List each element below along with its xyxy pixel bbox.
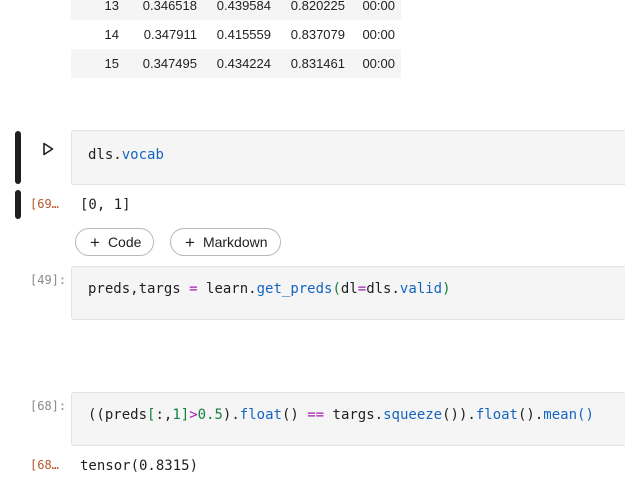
plus-icon: + (185, 232, 195, 252)
execution-count: [68]: (30, 399, 67, 413)
add-code-cell-button[interactable]: + Code (75, 228, 155, 256)
cell-output: tensor(0.8315) (80, 458, 199, 474)
table-row: 14 0.347911 0.415559 0.837079 00:00 (71, 20, 401, 49)
output-prompt: [69… (30, 197, 59, 211)
cell-output: [0, 1] (80, 197, 131, 213)
table-row: 13 0.346518 0.439584 0.820225 00:00 (71, 0, 401, 20)
code-cell-accuracy[interactable]: ((preds[:,1]>0.5).float() == targs.squee… (71, 392, 625, 446)
output-selection-bar[interactable] (15, 190, 21, 219)
plus-icon: + (90, 232, 100, 252)
run-cell-button[interactable] (40, 141, 56, 157)
output-prompt: [68… (30, 458, 59, 472)
add-markdown-cell-button[interactable]: + Markdown (170, 228, 281, 256)
training-results-table: 13 0.346518 0.439584 0.820225 00:00 14 0… (71, 0, 401, 78)
code-cell-preds[interactable]: preds,targs = learn.get_preds(dl=dls.val… (71, 266, 625, 320)
execution-count: [49]: (30, 273, 67, 287)
code-editor[interactable]: ((preds[:,1]>0.5).float() == targs.squee… (88, 407, 594, 423)
play-outline-icon (43, 142, 54, 156)
code-cell-vocab[interactable]: dls.vocab (71, 130, 625, 185)
code-editor[interactable]: preds,targs = learn.get_preds(dl=dls.val… (88, 281, 451, 297)
table-row: 15 0.347495 0.434224 0.831461 00:00 (71, 49, 401, 78)
cell-selection-bar[interactable] (15, 131, 21, 184)
code-editor[interactable]: dls.vocab (88, 147, 164, 163)
